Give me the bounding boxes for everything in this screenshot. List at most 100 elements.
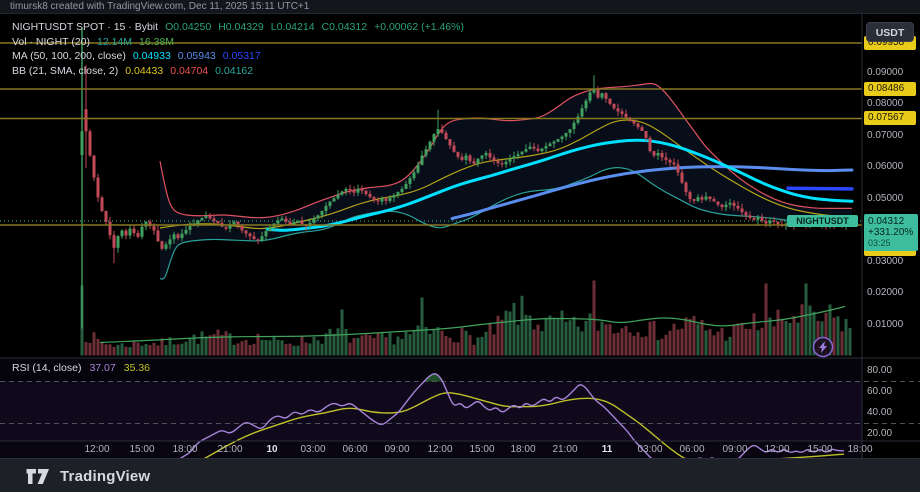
volume-bar: [429, 334, 432, 356]
candle-body: [81, 131, 84, 155]
candle-body: [517, 154, 520, 156]
symbol-legend-row[interactable]: NIGHTUSDT SPOT · 15 · Bybit O0.04250 H0.…: [12, 21, 464, 34]
candle-body: [161, 241, 164, 249]
volume-bar: [753, 313, 756, 355]
volume-bar: [217, 330, 220, 356]
volume-bar: [125, 347, 128, 356]
volume-bar: [441, 331, 444, 356]
rsi-legend-row[interactable]: RSI (14, close) 37.07 35.36: [12, 362, 150, 374]
candle-body: [621, 111, 624, 114]
volume-bar: [113, 347, 116, 356]
volume-bar: [713, 335, 716, 355]
candle-body: [365, 191, 368, 194]
volume-bar: [685, 318, 688, 356]
volume-bar: [637, 332, 640, 355]
tradingview-logo-icon[interactable]: [26, 468, 50, 485]
tradingview-wordmark[interactable]: TradingView: [60, 468, 150, 485]
candle-body: [637, 123, 640, 127]
volume-bar: [645, 336, 648, 355]
volume-ma-value: 16.38M: [139, 36, 174, 49]
volume-legend-row[interactable]: Vol · NIGHT (20) 12.14M 16.38M: [12, 36, 174, 49]
candle-body: [405, 184, 408, 189]
volume-bar: [793, 316, 796, 356]
volume-bar: [157, 345, 160, 355]
candle-body: [625, 114, 628, 118]
volume-bar: [797, 323, 800, 356]
volume-bar: [669, 331, 672, 356]
candle-body: [757, 217, 760, 220]
candle-body: [441, 129, 444, 133]
volume-bar: [557, 319, 560, 356]
candle-body: [165, 244, 168, 248]
bb-legend-row[interactable]: BB (21, SMA, close, 2) 0.04433 0.04704 0…: [12, 65, 253, 78]
currency-toggle-button[interactable]: USDT: [866, 22, 914, 42]
candle-body: [593, 89, 596, 92]
volume-bar: [597, 331, 600, 356]
ma200-value: 0.05317: [223, 50, 261, 63]
volume-bar: [689, 319, 692, 356]
candle-body: [741, 208, 744, 212]
volume-bar: [517, 325, 520, 356]
candle-body: [725, 205, 728, 208]
volume-bar: [285, 344, 288, 356]
candle-body: [489, 153, 492, 157]
candle-body: [477, 159, 480, 164]
candle-body: [677, 164, 680, 172]
candle-body: [353, 190, 356, 193]
candle-body: [493, 157, 496, 160]
volume-bar: [561, 311, 564, 356]
candle-body: [345, 189, 348, 192]
volume-bar: [301, 336, 304, 355]
volume-bar: [649, 322, 652, 356]
candle-body: [697, 197, 700, 201]
volume-bar: [289, 344, 292, 356]
volume-bar: [349, 343, 352, 356]
candle-body: [505, 162, 508, 165]
volume-bar: [333, 334, 336, 356]
candle-body: [661, 153, 664, 157]
volume-bar: [593, 281, 596, 356]
candle-body: [445, 133, 448, 139]
candle-body: [429, 142, 432, 150]
boost-button[interactable]: [814, 338, 833, 357]
ma-legend-row[interactable]: MA (50, 100, 200, close) 0.04933 0.05943…: [12, 50, 261, 63]
candle-body: [369, 194, 372, 197]
volume-bar: [241, 341, 244, 355]
candle-body: [641, 127, 644, 131]
candle-body: [341, 191, 344, 194]
volume-bar: [377, 333, 380, 356]
volume-bar: [249, 345, 252, 356]
volume-bar: [313, 337, 316, 356]
volume-bar: [529, 316, 532, 356]
volume-bar: [281, 340, 284, 355]
volume-bar: [173, 344, 176, 355]
volume-bar: [805, 284, 808, 356]
ma-title: MA (50, 100, 200, close): [12, 50, 126, 63]
volume-bar: [781, 319, 784, 355]
candle-body: [597, 89, 600, 97]
candle-body: [245, 231, 248, 234]
volume-bar: [409, 334, 412, 355]
volume-bar: [461, 328, 464, 356]
bb-lower-value: 0.04162: [215, 65, 253, 78]
volume-bar: [253, 344, 256, 356]
candle-body: [117, 236, 120, 248]
volume-bar: [673, 324, 676, 356]
volume-bar: [521, 296, 524, 356]
volume-bar: [465, 331, 468, 356]
volume-bar: [357, 338, 360, 356]
candle-body: [437, 129, 440, 134]
volume-bar: [205, 336, 208, 355]
volume-bar: [849, 328, 852, 355]
candle-body: [669, 160, 672, 163]
volume-bar: [273, 336, 276, 356]
candle-body: [753, 218, 756, 220]
volume-bar: [261, 340, 264, 356]
candle-body: [453, 145, 456, 151]
candle-body: [261, 236, 264, 240]
volume-bar: [621, 328, 624, 355]
volume-bar: [477, 337, 480, 355]
candle-body: [109, 222, 112, 236]
candle-body: [205, 216, 208, 218]
volume-bar: [437, 327, 440, 355]
